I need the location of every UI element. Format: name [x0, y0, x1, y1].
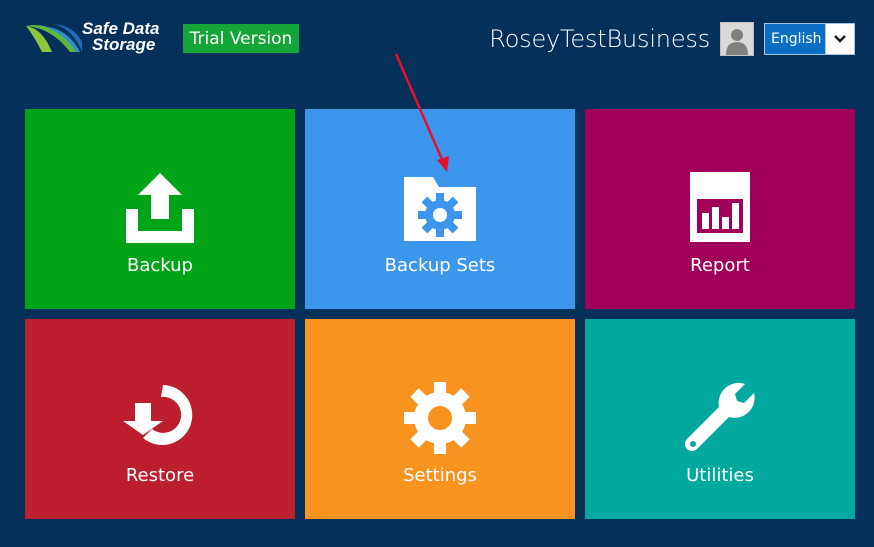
language-selected: English — [771, 31, 822, 47]
restore-icon — [123, 385, 193, 445]
wrench-icon — [684, 382, 755, 452]
logo-text: Safe Data Storage — [82, 20, 159, 54]
avatar[interactable] — [720, 22, 754, 56]
report-label: Report — [690, 255, 750, 276]
restore-tile[interactable]: Restore — [25, 319, 295, 519]
user-icon — [726, 29, 748, 55]
settings-tile[interactable]: Settings — [305, 319, 575, 519]
logo-line-2: Storage — [92, 35, 156, 54]
username: RoseyTestBusiness — [489, 25, 710, 53]
backup-label: Backup — [127, 255, 193, 276]
settings-label: Settings — [403, 465, 477, 486]
backup-sets-tile[interactable]: Backup Sets — [305, 109, 575, 309]
backup-sets-label: Backup Sets — [384, 255, 496, 276]
folder-gear-icon — [404, 177, 476, 241]
logo: Safe Data Storage — [24, 20, 169, 58]
gear-icon — [404, 382, 476, 454]
utilities-label: Utilities — [686, 465, 754, 486]
backup-tile[interactable]: Backup — [25, 109, 295, 309]
trial-version-badge: Trial Version — [183, 24, 299, 53]
report-tile[interactable]: Report — [585, 109, 855, 309]
language-select[interactable]: English — [764, 23, 855, 55]
chevron-down-icon — [834, 35, 846, 43]
upload-icon — [126, 173, 194, 243]
logo-swoosh-icon — [26, 24, 82, 52]
bar-chart-icon — [690, 172, 750, 242]
restore-label: Restore — [125, 465, 195, 486]
header: Safe Data Storage Trial Version RoseyTes… — [0, 0, 874, 80]
utilities-tile[interactable]: Utilities — [585, 319, 855, 519]
language-dropdown-button[interactable] — [825, 24, 854, 54]
